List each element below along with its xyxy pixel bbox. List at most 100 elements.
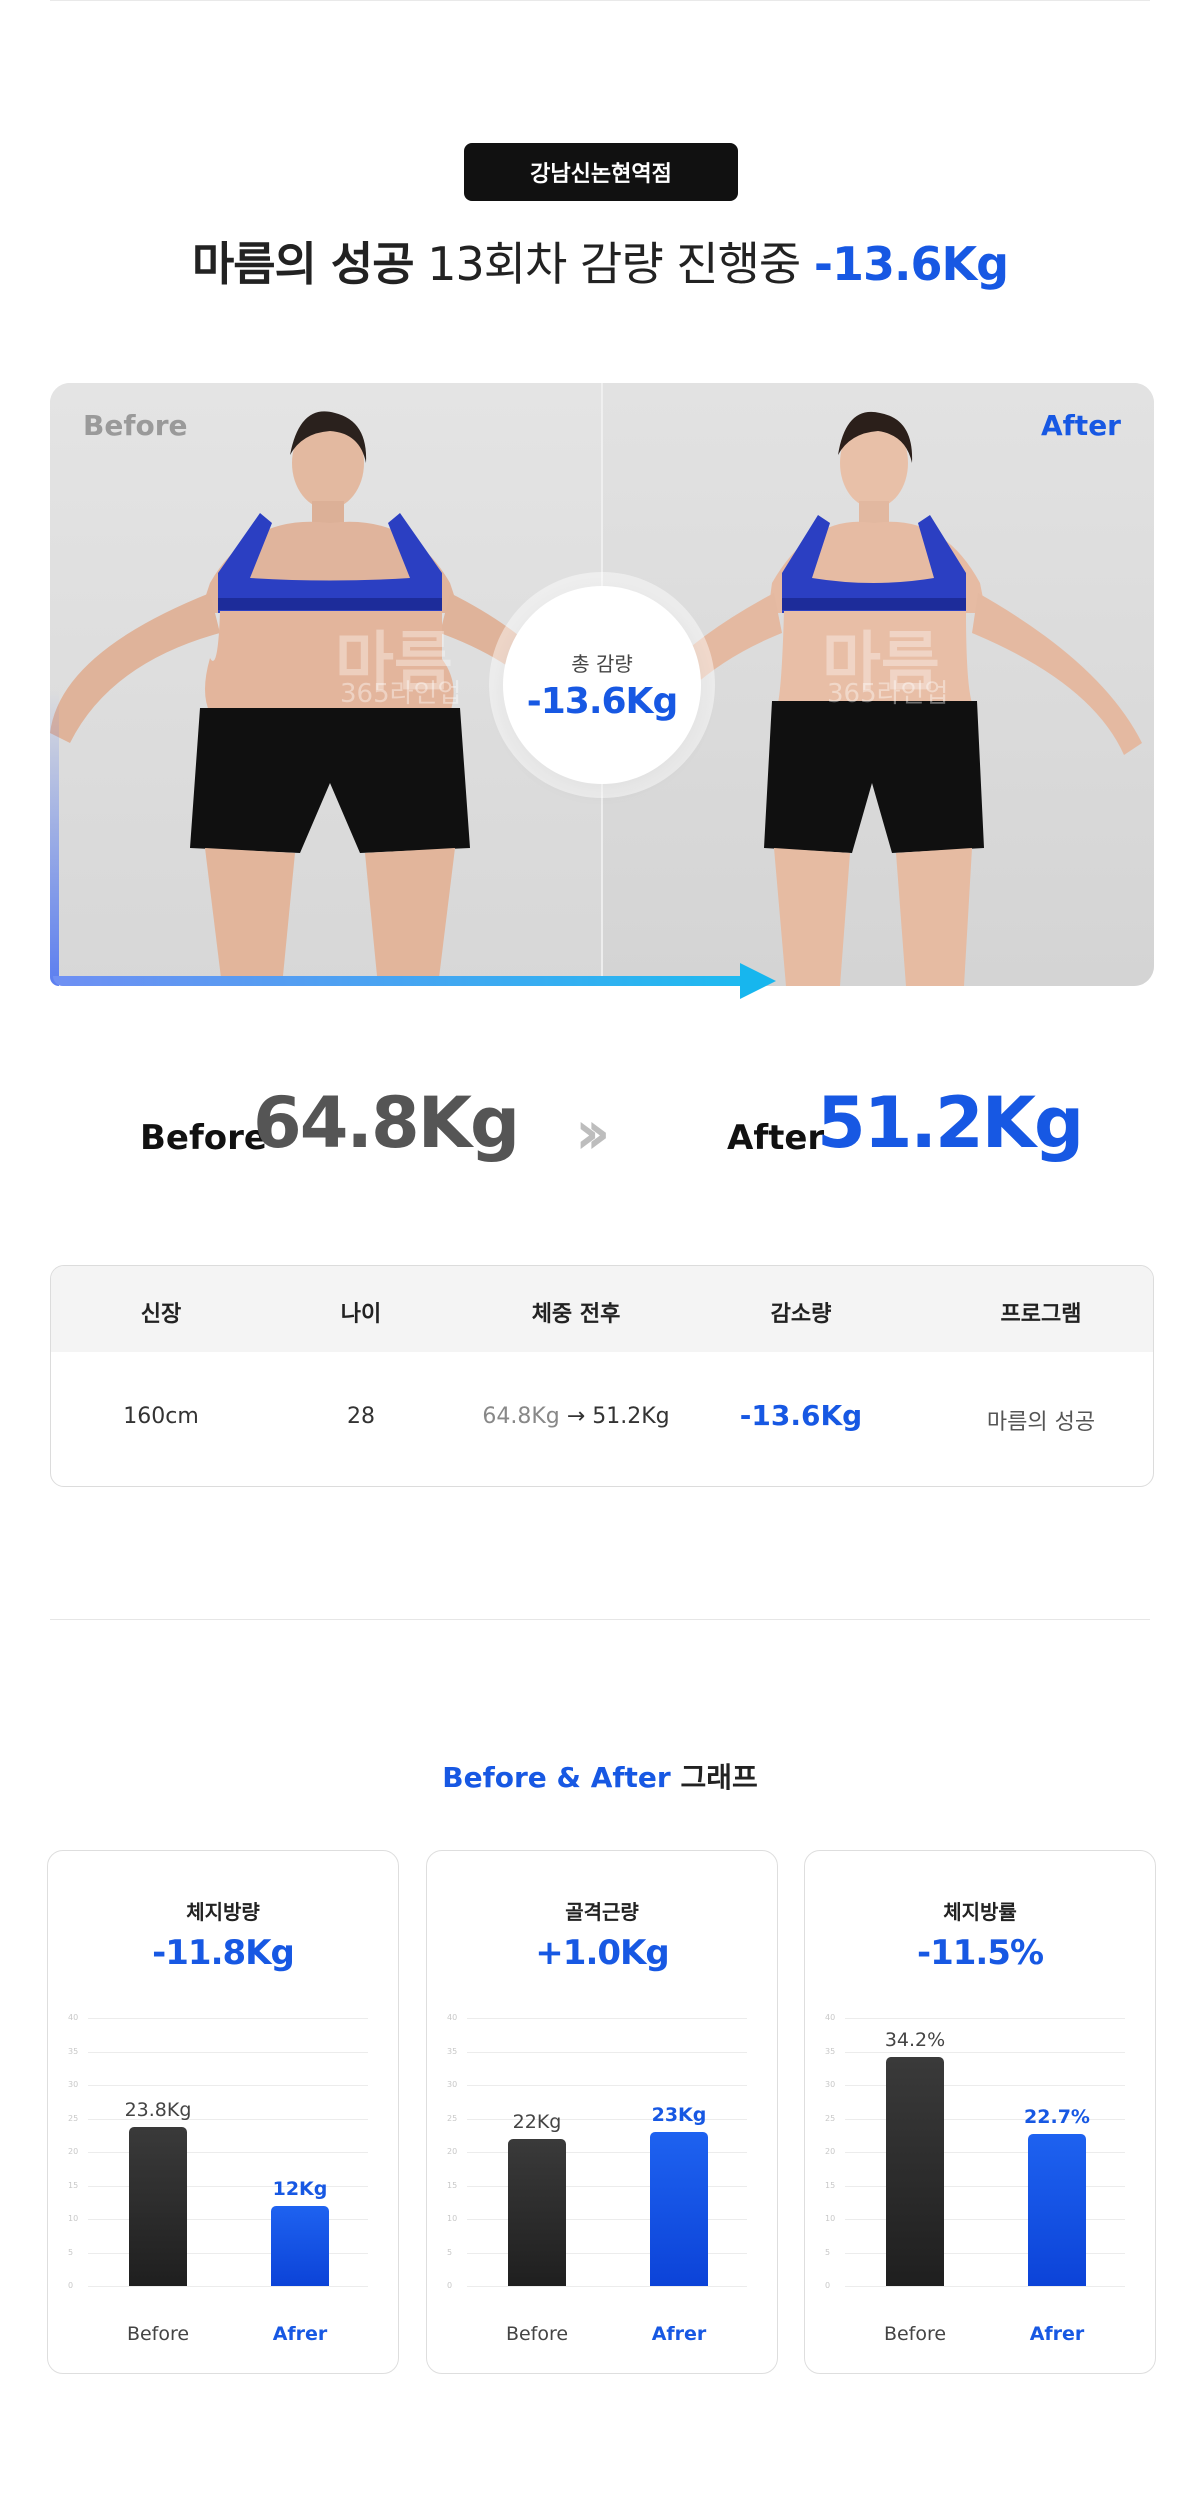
graph-title-dark: 그래프 — [680, 1761, 758, 1794]
watermark-sub-left: 365라인업 — [340, 679, 462, 709]
y-tick-label: 10 — [825, 2214, 836, 2223]
gridline — [467, 2018, 747, 2019]
gridline — [88, 2286, 368, 2287]
total-loss-circle: 총 감량 -13.6Kg — [503, 586, 701, 784]
y-tick-label: 5 — [68, 2247, 74, 2257]
bar-value-label: 12Kg — [272, 2177, 328, 2200]
headline-program: 마름의 성공 — [191, 237, 415, 291]
weight-comparison: Before 64.8Kg ›› After 51.2Kg — [0, 1080, 1200, 1170]
chart-title: 골격근량 — [565, 1900, 639, 1924]
chart-change: +1.0Kg — [535, 1933, 669, 1973]
gridline — [467, 2085, 747, 2086]
headline-session: 13회차 감량 진행중 — [427, 237, 801, 291]
bar-value-label: 34.2% — [884, 2028, 946, 2051]
y-tick-label: 0 — [447, 2281, 453, 2290]
y-tick-label: 20 — [447, 2147, 458, 2156]
chart-title: 체지방률 — [943, 1900, 1017, 1924]
bar-after — [271, 2205, 329, 2286]
chart-title: 체지방량 — [186, 1900, 260, 1924]
header-age: 나이 — [340, 1302, 382, 1327]
progress-arrow-vertical — [50, 690, 59, 986]
bar-value-label: 23Kg — [651, 2103, 707, 2126]
bar-after — [650, 2131, 708, 2286]
gridline — [88, 2018, 368, 2019]
y-tick-label: 15 — [825, 2180, 836, 2190]
header-program: 프로그램 — [1000, 1302, 1082, 1327]
header-weight-change: 체중 전후 — [531, 1302, 621, 1327]
value-height: 160cm — [123, 1404, 199, 1429]
bar-value-label: 23.8Kg — [124, 2098, 192, 2121]
y-tick-label: 25 — [68, 2113, 79, 2123]
gridline — [467, 2286, 747, 2287]
before-photo-label: Before — [83, 409, 188, 442]
progress-arrow-head-icon — [740, 963, 776, 999]
watermark-sub-right: 365라인업 — [827, 679, 949, 709]
chart-change: -11.5% — [916, 1933, 1044, 1973]
double-chevron-right-icon: ›› — [575, 1098, 611, 1168]
value-weight-after: 51.2Kg — [592, 1404, 670, 1429]
bar-value-label: 22Kg — [512, 2110, 562, 2133]
chart-card-body-fat-mass: 체지방량 -11.8Kg 0 5 10 15 20 25 30 35 40 23.8Kg Befor… — [47, 1850, 399, 2374]
graph-section-title: Before & After 그래프 — [0, 1756, 1200, 1796]
bar-value-label: 22.7% — [1024, 2105, 1090, 2128]
value-reduction: -13.6Kg — [739, 1399, 863, 1432]
weight-before-value: 64.8Kg — [253, 1082, 520, 1164]
bar-after — [1028, 2133, 1086, 2286]
y-tick-label: 25 — [447, 2113, 458, 2123]
header-reduction: 감소량 — [770, 1302, 832, 1327]
y-tick-label: 0 — [825, 2281, 831, 2290]
bar-before — [886, 2056, 944, 2286]
y-tick-label: 0 — [68, 2281, 74, 2290]
y-tick-label: 15 — [447, 2180, 458, 2190]
y-tick-label: 40 — [825, 2013, 836, 2022]
headline-loss: -13.6Kg — [813, 237, 1009, 291]
page-headline: 마름의 성공 13회차 감량 진행중 -13.6Kg — [0, 228, 1200, 294]
x-axis-label: Afrer — [651, 2323, 707, 2345]
y-tick-label: 5 — [825, 2247, 831, 2257]
y-tick-label: 30 — [68, 2080, 79, 2089]
chart-card-body-fat-percent: 체지방률 -11.5% 0 5 10 15 20 25 30 35 40 34.2% Before 2… — [804, 1850, 1156, 2374]
y-tick-label: 25 — [825, 2113, 836, 2123]
y-tick-label: 35 — [68, 2046, 79, 2056]
y-tick-label: 35 — [825, 2046, 836, 2056]
x-axis-label: Afrer — [272, 2323, 328, 2345]
graph-title-blue: Before & After — [442, 1761, 671, 1794]
top-divider — [50, 0, 1150, 1]
total-loss-value: -13.6Kg — [526, 681, 678, 722]
bar-before — [129, 2126, 187, 2286]
weight-after-label: After — [727, 1118, 825, 1158]
gridline — [88, 2051, 368, 2053]
x-axis-label: Before — [883, 2323, 947, 2345]
arrow-right-icon: → — [566, 1404, 586, 1429]
y-tick-label: 10 — [447, 2214, 458, 2223]
chart-card-muscle-mass: 골격근량 +1.0Kg 0 5 10 15 20 25 30 35 40 22Kg Before 23… — [426, 1850, 778, 2374]
x-axis-label: Afrer — [1029, 2323, 1085, 2345]
gridline — [845, 2018, 1125, 2019]
header-height: 신장 — [140, 1302, 182, 1327]
y-tick-label: 30 — [447, 2080, 458, 2089]
y-tick-label: 40 — [68, 2013, 79, 2022]
y-tick-label: 30 — [825, 2080, 836, 2089]
branch-badge: 강남신논현역점 — [464, 143, 738, 201]
y-tick-label: 20 — [825, 2147, 836, 2156]
value-age: 28 — [347, 1404, 375, 1429]
y-tick-label: 10 — [68, 2214, 79, 2223]
x-axis-label: Before — [505, 2323, 569, 2345]
value-weight-before: 64.8Kg — [482, 1404, 560, 1429]
total-loss-label: 총 감량 — [571, 652, 633, 676]
gridline — [845, 2286, 1125, 2287]
value-weight-change: 64.8Kg → 51.2Kg — [466, 1404, 686, 1429]
weight-before-label: Before — [140, 1118, 267, 1158]
y-tick-label: 20 — [68, 2147, 79, 2156]
gridline — [845, 2051, 1125, 2053]
gridline — [88, 2085, 368, 2086]
section-divider — [50, 1619, 1150, 1620]
after-photo-label: After — [1040, 409, 1121, 442]
weight-after-value: 51.2Kg — [817, 1082, 1084, 1164]
bar-before — [508, 2138, 566, 2286]
y-tick-label: 15 — [68, 2180, 79, 2190]
profile-info-table: 신장 나이 체중 전후 감소량 프로그램 160cm 28 64.8Kg → 5… — [50, 1265, 1154, 1487]
x-axis-label: Before — [126, 2323, 190, 2345]
y-tick-label: 40 — [447, 2013, 458, 2022]
progress-arrow-line — [53, 976, 748, 986]
